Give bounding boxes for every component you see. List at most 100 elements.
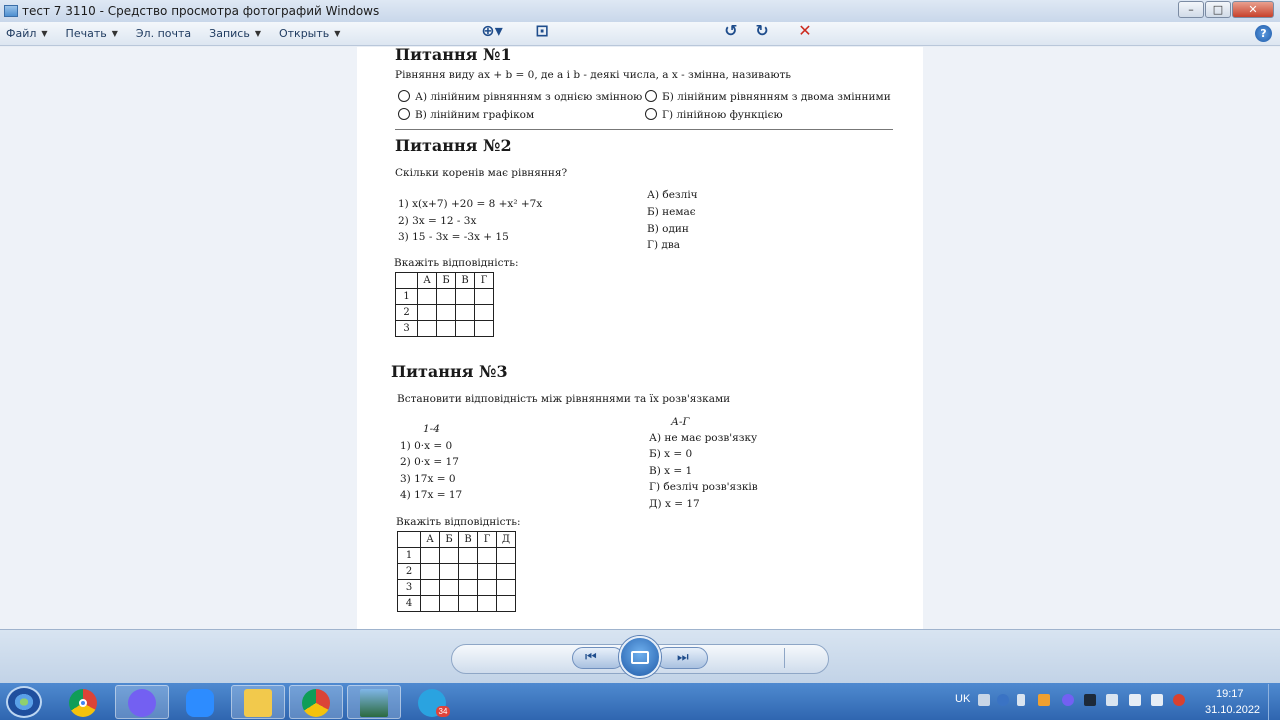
question-3-answer-d: Д) x = 17 (649, 498, 700, 510)
folder-icon (244, 689, 272, 717)
table-header-row: А Б В Г (395, 272, 494, 289)
table-header-cell: Г (477, 531, 497, 548)
table-cell (417, 320, 437, 337)
keyboard-icon[interactable] (978, 694, 990, 706)
table-cell (474, 288, 494, 305)
next-button[interactable]: ⏭ (656, 647, 708, 669)
table-cell (458, 547, 478, 564)
show-desktop-button[interactable] (1268, 684, 1280, 720)
image-viewport[interactable]: Питання №1 Рівняння виду ax + b = 0, де … (0, 47, 1280, 629)
table-cell (458, 595, 478, 612)
network-icon[interactable] (1151, 694, 1163, 706)
question-3-left-heading: 1-4 (423, 423, 440, 435)
question-3-right-heading: А-Г (671, 416, 690, 428)
radio-icon (645, 90, 657, 102)
question-2-equation-2: 2) 3x = 12 - 3x (398, 215, 477, 227)
minimize-button[interactable]: – (1178, 1, 1204, 18)
viber-tray-icon[interactable] (1062, 694, 1074, 706)
clock-date[interactable]: 31.10.2022 (1205, 704, 1260, 716)
table-cell (458, 563, 478, 580)
question-1-title: Питання №1 (395, 47, 512, 64)
table-row: 1 (397, 547, 516, 564)
slideshow-button[interactable] (619, 636, 661, 678)
table-cell (496, 595, 516, 612)
menu-print[interactable]: Печать ▼ (66, 27, 118, 40)
table-cell (417, 304, 437, 321)
table-cell (474, 320, 494, 337)
menu-open[interactable]: Открыть ▼ (279, 27, 340, 40)
rotate-right-icon[interactable]: ↻ (751, 21, 773, 40)
question-2-equation-1: 1) x(x+7) +20 = 8 +x² +7x (398, 198, 543, 210)
table-cell (436, 304, 456, 321)
arrow-icon[interactable] (1017, 694, 1025, 706)
table-cell (496, 579, 516, 596)
chevron-down-icon: ▼ (334, 29, 341, 38)
table-cell (439, 595, 459, 612)
table-cell (477, 547, 497, 564)
radio-icon (645, 108, 657, 120)
question-2-equation-3: 3) 15 - 3x = -3x + 15 (398, 231, 509, 243)
table-cell (496, 563, 516, 580)
delete-icon[interactable]: ✕ (794, 21, 816, 40)
table-cell (455, 288, 475, 305)
antivirus-icon[interactable] (1173, 694, 1185, 706)
row-label: 2 (395, 304, 418, 321)
maximize-button[interactable]: □ (1205, 1, 1231, 18)
question-3-equation-2: 2) 0·x = 17 (400, 456, 459, 468)
question-1-prompt: Рівняння виду ax + b = 0, де a і b - дея… (395, 69, 792, 81)
rotate-left-icon[interactable]: ↺ (720, 21, 742, 40)
telegram-badge: 34 (436, 706, 450, 717)
photo-viewer-icon (360, 689, 388, 717)
window-controls: – □ ✕ (1177, 1, 1274, 18)
table-row: 1 (395, 288, 494, 305)
question-3-answer-v: В) x = 1 (649, 465, 693, 477)
clock-time[interactable]: 19:17 (1216, 688, 1244, 700)
chevron-down-icon: ▼ (41, 29, 48, 38)
option-v-label: В) лінійним графіком (415, 109, 535, 121)
table-header-cell: Б (436, 272, 456, 289)
previous-button[interactable]: ⏮ (572, 647, 624, 669)
chevron-down-icon: ▼ (111, 29, 118, 38)
warning-icon[interactable] (1038, 694, 1050, 706)
chrome-profile-icon (302, 689, 330, 717)
table-cell (439, 579, 459, 596)
question-2-answer-v: В) один (647, 223, 689, 235)
question-1-option-v: В) лінійним графіком (398, 108, 534, 121)
menu-file-label: Файл (6, 27, 37, 40)
next-icon: ⏭ (677, 650, 689, 665)
start-button[interactable] (6, 686, 42, 718)
menu-file[interactable]: Файл ▼ (6, 27, 48, 40)
option-b-label: Б) лінійним рівнянням з двома змінними (662, 91, 891, 103)
volume-icon[interactable] (1129, 694, 1141, 706)
question-3-equation-1: 1) 0·x = 0 (400, 440, 453, 452)
menu-email[interactable]: Эл. почта (136, 27, 191, 40)
help-icon[interactable]: ? (1255, 25, 1272, 42)
radio-icon (398, 90, 410, 102)
question-3-instruction: Вкажіть відповідність: (396, 516, 521, 528)
question-2-answer-table: А Б В Г 1 2 3 (395, 272, 494, 337)
zoom-icon (186, 689, 214, 717)
row-label: 1 (397, 547, 421, 564)
actual-size-icon[interactable]: ⊡ (530, 21, 554, 40)
language-indicator[interactable]: UK (955, 693, 970, 705)
help-tray-icon[interactable] (997, 694, 1009, 706)
app-tray-icon[interactable] (1084, 694, 1096, 706)
question-2-title: Питання №2 (395, 136, 512, 155)
divider (395, 129, 893, 130)
table-row: 3 (395, 320, 494, 337)
table-cell (496, 547, 516, 564)
usb-icon[interactable] (1106, 694, 1118, 706)
row-label: 4 (397, 595, 421, 612)
close-button[interactable]: ✕ (1232, 1, 1274, 18)
table-cell (420, 579, 440, 596)
table-row: 2 (397, 563, 516, 580)
chevron-down-icon: ▼ (254, 29, 261, 38)
table-cell (436, 320, 456, 337)
question-3-equation-3: 3) 17x = 0 (400, 473, 456, 485)
menu-burn[interactable]: Запись ▼ (209, 27, 261, 40)
zoom-icon[interactable]: ⊕▾ (476, 21, 508, 40)
table-cell (420, 547, 440, 564)
question-2-answer-b: Б) немає (647, 206, 696, 218)
table-cell (474, 304, 494, 321)
table-header-cell (397, 531, 421, 548)
